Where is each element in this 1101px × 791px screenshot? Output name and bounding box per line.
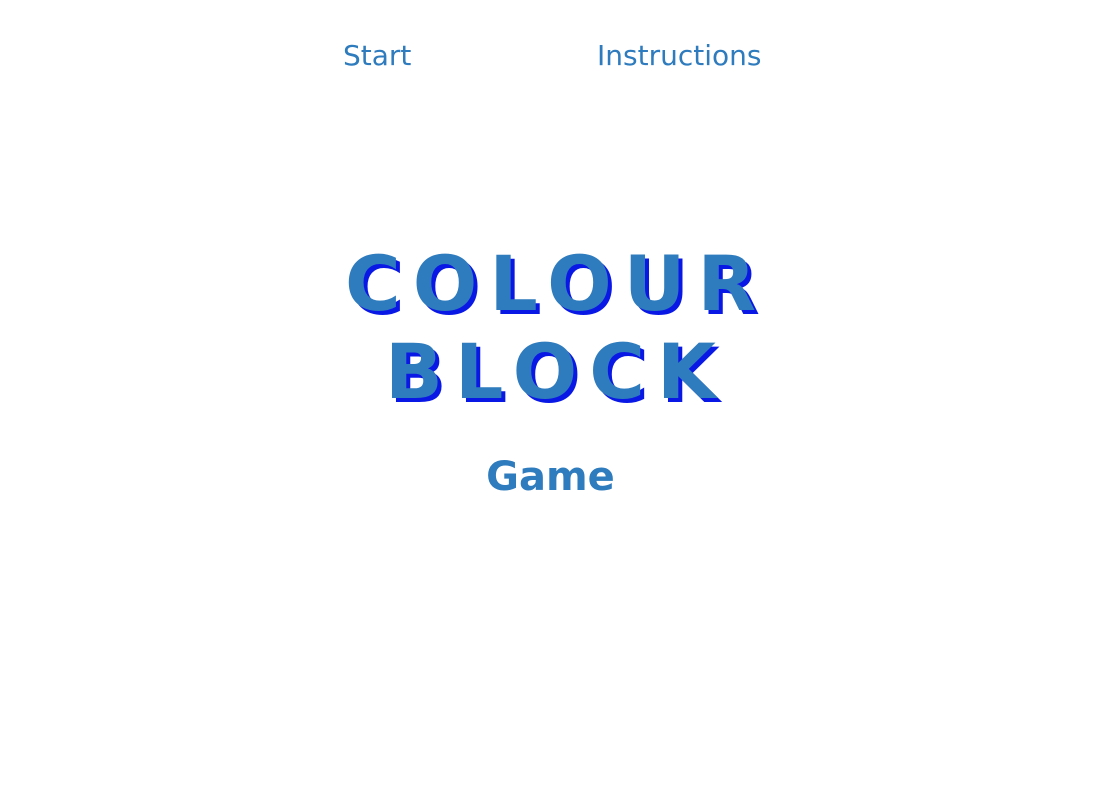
instructions-link[interactable]: Instructions — [597, 36, 761, 76]
game-title: COLOUR BLOCK — [0, 240, 1101, 416]
game-subtitle: Game — [486, 454, 615, 500]
game-title-line-1: COLOUR — [345, 239, 768, 328]
start-link[interactable]: Start — [343, 36, 411, 76]
main-nav: Start Instructions — [0, 36, 1101, 76]
game-title-line-2: BLOCK — [385, 327, 728, 416]
